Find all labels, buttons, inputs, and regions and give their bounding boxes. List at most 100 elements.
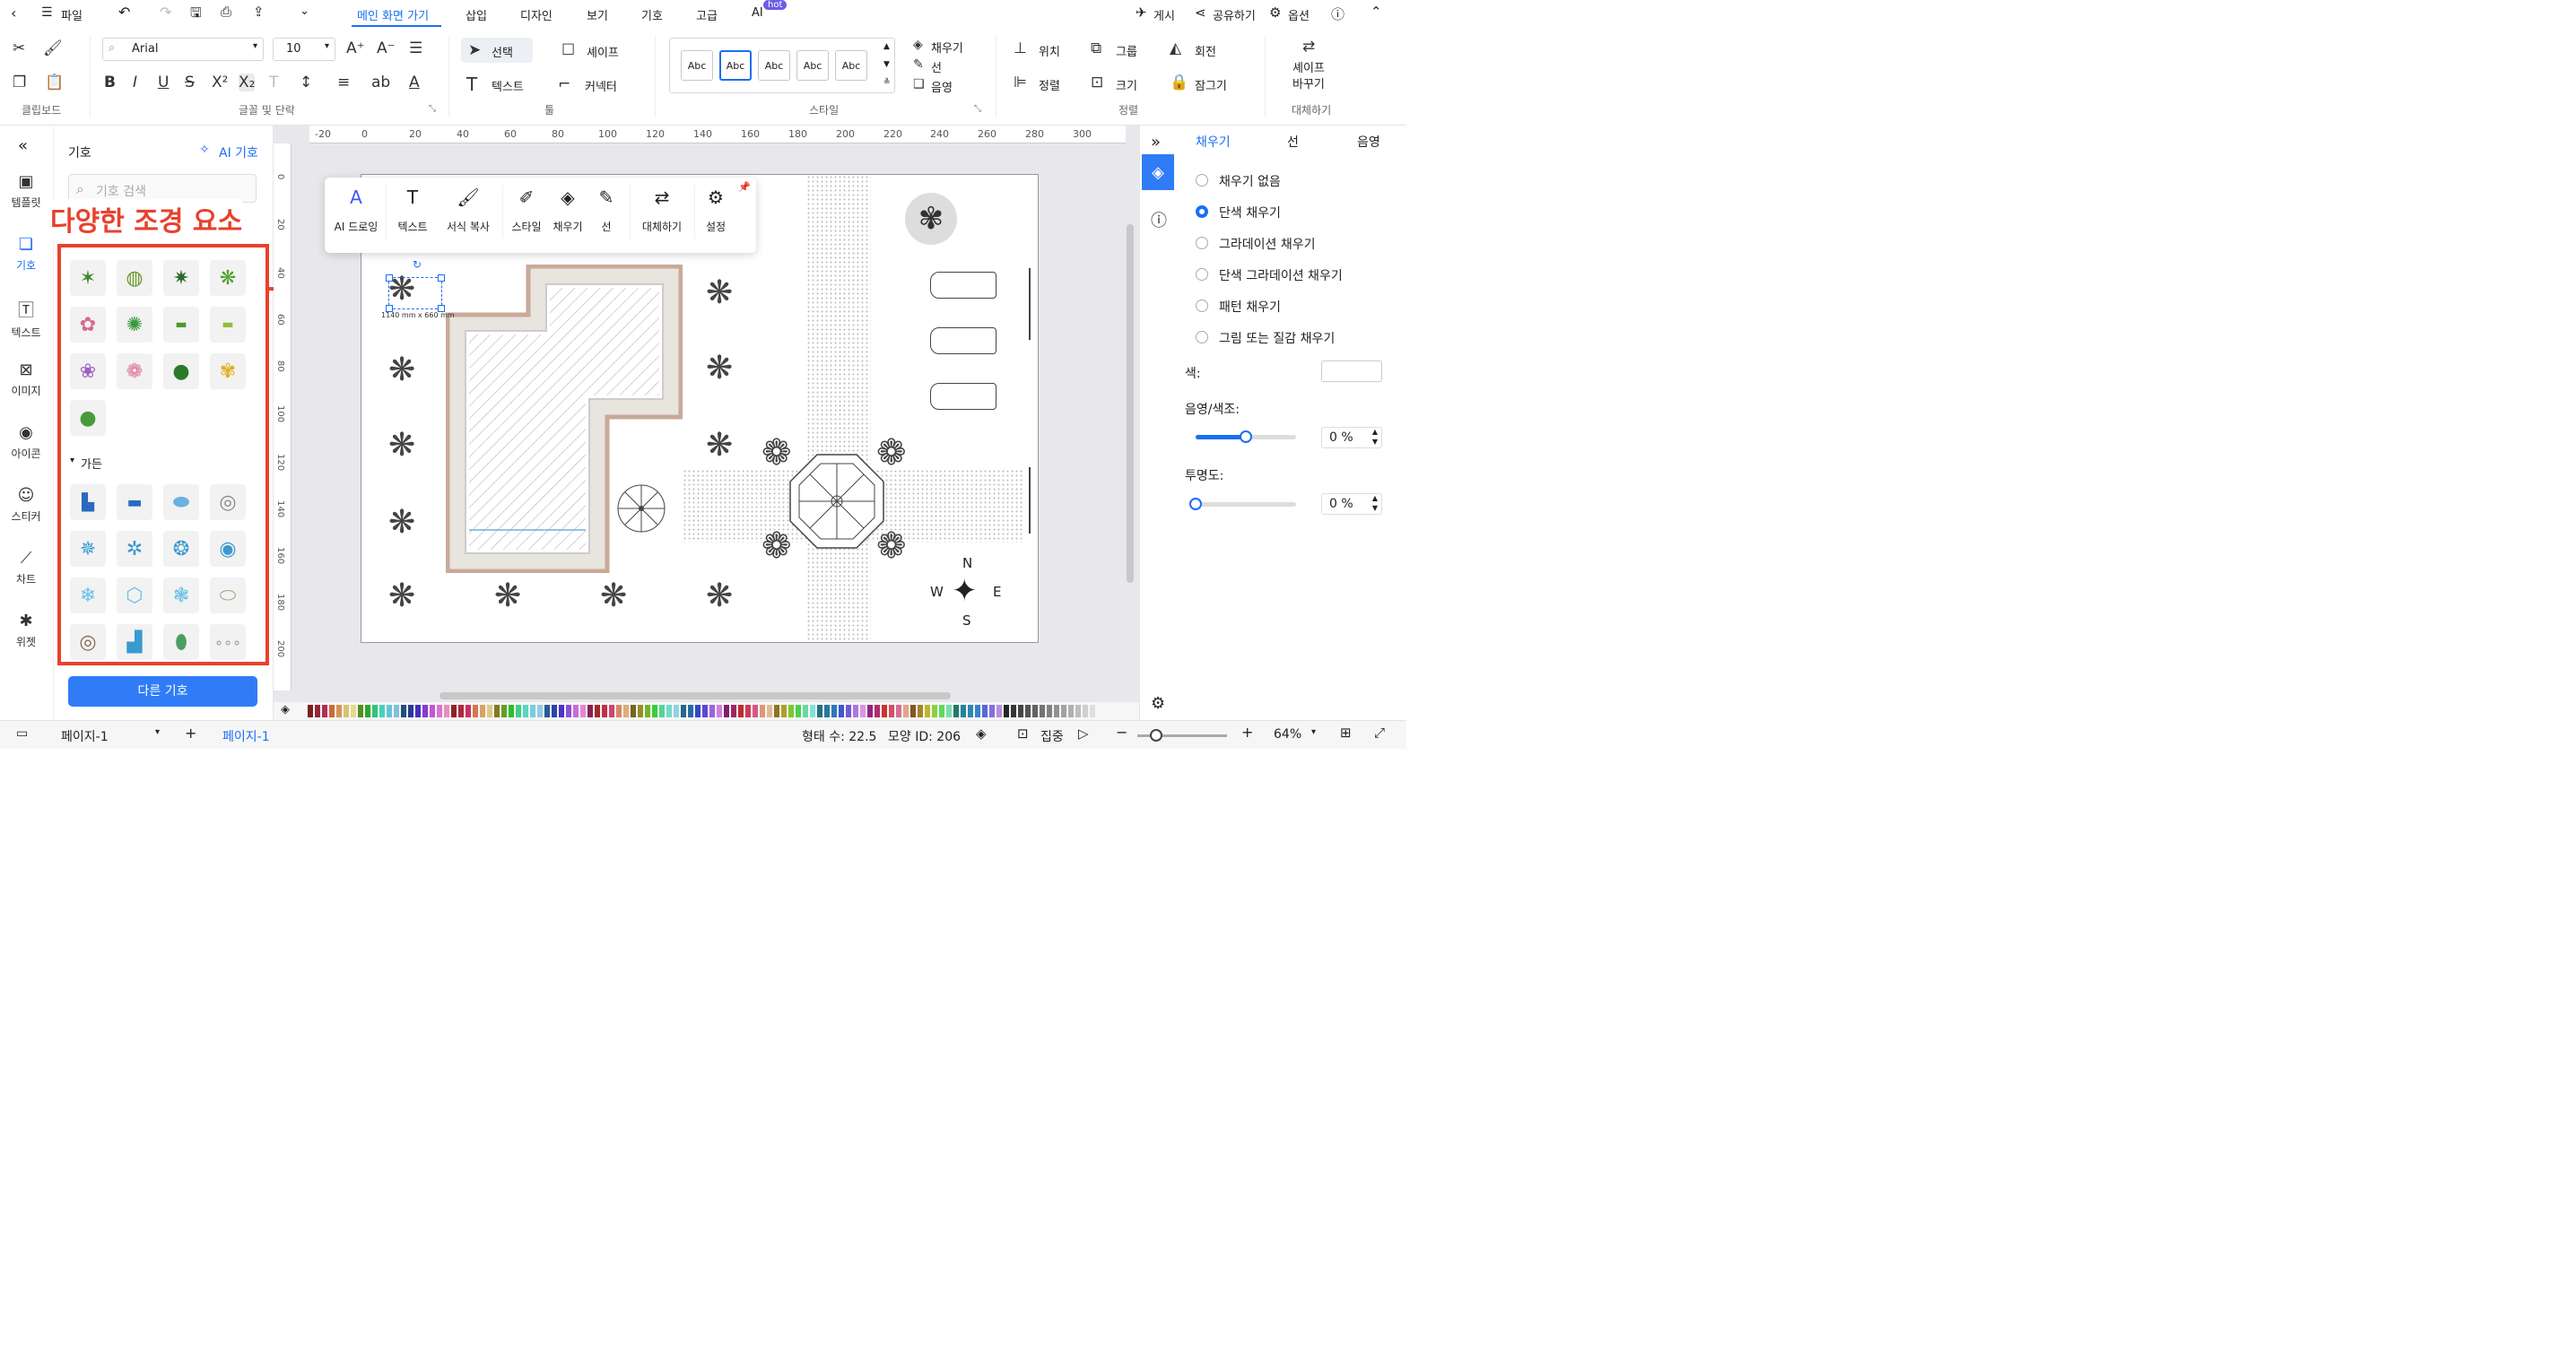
color-swatch[interactable] bbox=[1054, 705, 1059, 717]
shape-tool-button[interactable]: ☐ 셰이프 bbox=[561, 38, 642, 63]
color-swatch[interactable] bbox=[623, 705, 629, 717]
stepper-up-icon[interactable]: ▲ bbox=[1372, 494, 1378, 502]
radio-picture-fill[interactable] bbox=[1196, 331, 1208, 343]
style-sample[interactable]: Abc bbox=[719, 50, 752, 81]
color-swatch[interactable] bbox=[760, 705, 765, 717]
scroll-down-icon[interactable]: ▼ bbox=[883, 60, 890, 69]
radio-solid-fill[interactable] bbox=[1196, 205, 1208, 218]
rail-item-charts[interactable]: ⟋ 차트 bbox=[0, 549, 52, 586]
color-swatch[interactable] bbox=[451, 705, 457, 717]
flowering-shrub-symbol[interactable]: ✿ bbox=[70, 307, 106, 343]
color-swatch[interactable] bbox=[896, 705, 901, 717]
collapse-panel-icon[interactable]: « bbox=[18, 136, 28, 155]
line-button[interactable]: 선 bbox=[931, 58, 942, 75]
color-swatch[interactable] bbox=[781, 705, 787, 717]
rail-item-icons[interactable]: ◉ 아이콘 bbox=[0, 423, 52, 461]
gate-symbol[interactable] bbox=[1029, 268, 1031, 340]
transparency-slider[interactable] bbox=[1189, 498, 1296, 510]
color-swatch[interactable] bbox=[846, 705, 851, 717]
color-swatch[interactable] bbox=[437, 705, 442, 717]
tab-home[interactable]: 메인 화면 가기 bbox=[357, 6, 429, 23]
resize-handle[interactable] bbox=[438, 274, 445, 282]
color-swatch[interactable] bbox=[946, 705, 952, 717]
color-swatch[interactable] bbox=[695, 705, 701, 717]
shade-slider-knob[interactable] bbox=[1240, 430, 1252, 443]
color-swatch[interactable] bbox=[961, 705, 966, 717]
color-swatch[interactable] bbox=[394, 705, 399, 717]
pin-icon[interactable]: 📌 bbox=[738, 181, 751, 193]
color-swatch[interactable] bbox=[1011, 705, 1016, 717]
color-swatch[interactable] bbox=[996, 705, 1002, 717]
scroll-up-icon[interactable]: ▲ bbox=[883, 42, 890, 51]
radio-no-fill[interactable] bbox=[1196, 174, 1208, 187]
palm-tree-symbol[interactable]: ❋ bbox=[494, 580, 521, 612]
add-page-icon[interactable]: + bbox=[185, 725, 196, 742]
color-swatch[interactable] bbox=[817, 705, 822, 717]
tab-view[interactable]: 보기 bbox=[587, 6, 608, 23]
color-swatch[interactable] bbox=[408, 705, 413, 717]
color-swatch[interactable] bbox=[1075, 705, 1081, 717]
color-swatch[interactable] bbox=[631, 705, 636, 717]
fountain-octagon-symbol[interactable]: ✵ bbox=[70, 531, 106, 567]
color-swatch[interactable] bbox=[989, 705, 995, 717]
rail-item-image[interactable]: ⊠ 이미지 bbox=[0, 360, 52, 398]
chevron-down-icon[interactable]: ▾ bbox=[1311, 727, 1316, 737]
palm-tree-symbol[interactable]: ❋ bbox=[388, 507, 415, 539]
palm-tree-symbol[interactable]: ❋ bbox=[600, 580, 627, 612]
color-swatch[interactable] bbox=[903, 705, 909, 717]
float-fill[interactable]: ◈ 채우기 bbox=[547, 187, 588, 234]
style-sample[interactable]: Abc bbox=[796, 50, 829, 81]
connector-tool-button[interactable]: ⌐ 커넥터 bbox=[558, 72, 639, 97]
position-button[interactable]: 위치 bbox=[1039, 42, 1060, 59]
stairs-pool-symbol[interactable]: ▟ bbox=[117, 624, 152, 660]
style-sample[interactable]: Abc bbox=[758, 50, 790, 81]
color-swatch[interactable] bbox=[724, 705, 729, 717]
color-swatch[interactable] bbox=[430, 705, 435, 717]
color-swatch[interactable] bbox=[351, 705, 356, 717]
tab-shadow[interactable]: 음영 bbox=[1357, 133, 1380, 151]
color-swatch[interactable] bbox=[638, 705, 643, 717]
color-swatch[interactable] bbox=[336, 705, 342, 717]
color-swatch[interactable] bbox=[731, 705, 736, 717]
color-swatch[interactable] bbox=[688, 705, 693, 717]
layers-icon[interactable]: ◈ bbox=[976, 725, 987, 742]
back-icon[interactable]: ‹ bbox=[11, 4, 16, 22]
align-button[interactable]: 정렬 bbox=[1039, 76, 1060, 93]
color-swatch[interactable] bbox=[853, 705, 858, 717]
color-swatch[interactable] bbox=[939, 705, 944, 717]
selection-box[interactable]: ↻ bbox=[386, 258, 445, 312]
palm-tree-symbol[interactable]: ❋ bbox=[388, 580, 415, 612]
rail-item-text[interactable]: 🅃 텍스트 bbox=[0, 298, 52, 340]
color-swatch[interactable] bbox=[509, 705, 514, 717]
round-tree-symbol[interactable]: ✾ bbox=[905, 193, 957, 245]
print-icon[interactable]: ⎙ bbox=[221, 4, 231, 20]
pool-l-shape-symbol[interactable]: ▙ bbox=[70, 484, 106, 520]
replace-shape-button[interactable]: 셰이프 bbox=[1292, 58, 1325, 75]
grass-symbol[interactable]: ✺ bbox=[117, 307, 152, 343]
cut-icon[interactable]: ✂ bbox=[13, 39, 25, 57]
align-icon[interactable]: ☰ bbox=[409, 39, 422, 57]
ai-symbol-button[interactable]: AI 기호 bbox=[219, 143, 258, 161]
line-spacing-icon[interactable]: ↕ bbox=[300, 74, 312, 91]
color-swatch[interactable] bbox=[910, 705, 916, 717]
fountain-ring-symbol[interactable]: ◉ bbox=[210, 531, 246, 567]
color-swatch[interactable] bbox=[494, 705, 500, 717]
color-swatch[interactable] bbox=[860, 705, 866, 717]
color-swatch[interactable] bbox=[1068, 705, 1074, 717]
pool-kidney-symbol[interactable]: ⬬ bbox=[163, 484, 199, 520]
stone-circle-symbol[interactable]: ◎ bbox=[70, 624, 106, 660]
color-swatch[interactable] bbox=[767, 705, 772, 717]
color-swatch[interactable] bbox=[1061, 705, 1066, 717]
radio-pattern-fill[interactable] bbox=[1196, 300, 1208, 312]
color-swatch[interactable] bbox=[774, 705, 779, 717]
fountain-hex-symbol[interactable]: ⬡ bbox=[117, 577, 152, 613]
color-swatch[interactable] bbox=[537, 705, 543, 717]
color-swatch[interactable] bbox=[372, 705, 378, 717]
rotate-handle-icon[interactable]: ↻ bbox=[413, 258, 422, 271]
transparency-slider-knob[interactable] bbox=[1189, 498, 1202, 510]
stepper-down-icon[interactable]: ▼ bbox=[1372, 438, 1378, 446]
color-swatch[interactable] bbox=[530, 705, 535, 717]
swatch-row[interactable] bbox=[308, 705, 1131, 717]
fit-page-icon[interactable]: ⊞ bbox=[1340, 725, 1352, 741]
export-icon[interactable]: ⇪ bbox=[253, 4, 265, 20]
